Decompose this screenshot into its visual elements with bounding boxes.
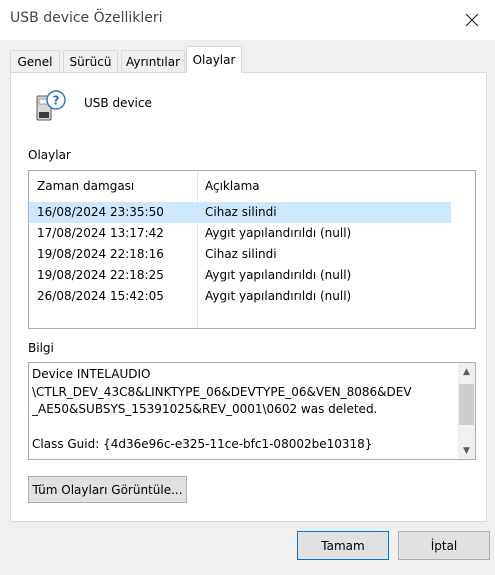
event-description: Cihaz silindi <box>205 247 277 261</box>
event-description: Aygıt yapılandırıldı (null) <box>205 226 352 240</box>
event-time: 17/08/2024 13:17:42 <box>37 226 164 240</box>
tab-events[interactable]: Olaylar <box>186 46 242 73</box>
event-time: 19/08/2024 22:18:25 <box>37 268 164 282</box>
event-row[interactable]: 17/08/2024 13:17:42 Aygıt yapılandırıldı… <box>29 223 451 244</box>
info-section-label: Bilgi <box>28 341 54 355</box>
event-description: Aygıt yapılandırıldı (null) <box>205 289 352 303</box>
events-list[interactable]: Zaman damgası Açıklama 16/08/2024 23:35:… <box>28 170 476 329</box>
info-textbox[interactable]: Device INTELAUDIO \CTLR_DEV_43C8&LINKTYP… <box>28 362 476 460</box>
event-row[interactable]: 19/08/2024 22:18:25 Aygıt yapılandırıldı… <box>29 265 451 286</box>
ok-button[interactable]: Tamam <box>297 531 389 560</box>
event-time: 19/08/2024 22:18:16 <box>37 247 164 261</box>
cancel-button[interactable]: İptal <box>398 531 490 560</box>
info-text: Device INTELAUDIO \CTLR_DEV_43C8&LINKTYP… <box>32 367 412 451</box>
tab-driver[interactable]: Sürücü <box>63 50 118 72</box>
scroll-up-arrow-icon[interactable]: ▲ <box>458 363 475 380</box>
list-scroll-area <box>449 171 475 328</box>
scroll-thumb[interactable] <box>459 384 474 425</box>
events-section-label: Olaylar <box>28 148 71 162</box>
event-description: Cihaz silindi <box>205 205 277 219</box>
tab-events-label: Olaylar <box>192 53 236 67</box>
tab-general[interactable]: Genel <box>10 50 60 72</box>
view-all-events-button[interactable]: Tüm Olayları Görüntüle... <box>28 476 187 503</box>
device-name: USB device <box>84 96 152 110</box>
close-icon <box>465 13 479 27</box>
event-time: 26/08/2024 15:42:05 <box>37 289 164 303</box>
info-scrollbar[interactable]: ▲ ▼ <box>458 363 475 459</box>
tab-details-label: Ayrıntılar <box>125 54 181 69</box>
event-row[interactable]: 16/08/2024 23:35:50 Cihaz silindi <box>29 202 451 223</box>
event-description: Aygıt yapılandırıldı (null) <box>205 268 352 282</box>
event-row[interactable]: 26/08/2024 15:42:05 Aygıt yapılandırıldı… <box>29 286 451 307</box>
events-list-header: Zaman damgası Açıklama <box>29 171 475 201</box>
column-header-description[interactable]: Açıklama <box>197 171 451 201</box>
scroll-down-arrow-icon[interactable]: ▼ <box>458 442 475 459</box>
close-button[interactable] <box>449 0 495 40</box>
tab-details[interactable]: Ayrıntılar <box>121 50 185 72</box>
title-bar: USB device Özellikleri <box>0 0 495 40</box>
event-time: 16/08/2024 23:35:50 <box>37 205 164 219</box>
tab-general-label: Genel <box>17 54 53 69</box>
column-header-timestamp[interactable]: Zaman damgası <box>29 171 197 201</box>
usb-device-unknown-icon: ? <box>36 90 66 121</box>
event-row[interactable]: 19/08/2024 22:18:16 Cihaz silindi <box>29 244 451 265</box>
window-title: USB device Özellikleri <box>10 10 163 26</box>
svg-text:?: ? <box>53 94 60 108</box>
tab-driver-label: Sürücü <box>69 54 112 69</box>
